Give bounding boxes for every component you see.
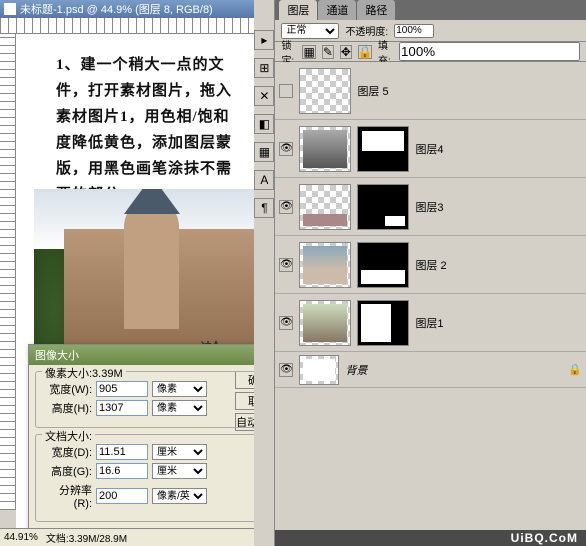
doc-icon bbox=[4, 3, 16, 15]
layer-name[interactable]: 图层 2 bbox=[415, 257, 582, 273]
watermark: UiBQ.CoM bbox=[275, 530, 586, 546]
canvas[interactable]: 1、建一个稍大一点的文件，打开素材图片，拖入素材图片1，用色相/饱和度降低黄色，… bbox=[16, 34, 254, 528]
layers-list: 图层 5 👁 图层4 👁 图层3 👁 图层 2 👁 bbox=[275, 62, 586, 530]
visibility-icon[interactable]: 👁 bbox=[279, 363, 293, 377]
layer-row[interactable]: 👁 背景 🔒 bbox=[275, 352, 586, 388]
document-title-bar: 未标题-1.psd @ 44.9% (图层 8, RGB/8) bbox=[0, 0, 254, 18]
zoom-level[interactable]: 44.91% bbox=[4, 532, 38, 543]
tab-channels[interactable]: 通道 bbox=[318, 0, 356, 20]
opacity-input[interactable] bbox=[394, 24, 434, 38]
doc-size-status: 文档:3.39M/28.9M bbox=[46, 530, 127, 545]
layer-mask[interactable] bbox=[357, 184, 409, 230]
lock-icon: 🔒 bbox=[568, 363, 582, 376]
px-width-unit[interactable]: 像素 bbox=[152, 381, 207, 397]
px-width-input[interactable] bbox=[96, 381, 148, 397]
layer-row[interactable]: 👁 图层3 bbox=[275, 178, 586, 236]
layer-row[interactable]: 👁 图层4 bbox=[275, 120, 586, 178]
tool-column: ▸ ⊞ ✕ ◧ ▦ A ¶ bbox=[254, 0, 274, 546]
tab-layers[interactable]: 图层 bbox=[279, 0, 317, 20]
paragraph-icon[interactable]: ¶ bbox=[254, 198, 274, 218]
layer-mask[interactable] bbox=[357, 126, 409, 172]
fill-input[interactable] bbox=[399, 42, 580, 61]
visibility-icon[interactable]: 👁 bbox=[279, 142, 293, 156]
resolution-unit[interactable]: 像素/英寸 bbox=[152, 488, 207, 504]
layer-thumbnail[interactable] bbox=[299, 68, 351, 114]
layer-name[interactable]: 背景 bbox=[345, 362, 562, 378]
lock-transparent-icon[interactable]: ▦ bbox=[302, 45, 315, 59]
panel-tabs: 图层 通道 路径 bbox=[275, 0, 586, 20]
doc-height-unit[interactable]: 厘米 bbox=[152, 463, 207, 479]
visibility-icon[interactable]: 👁 bbox=[279, 258, 293, 272]
layer-mask[interactable] bbox=[357, 242, 409, 288]
px-height-unit[interactable]: 像素 bbox=[152, 400, 207, 416]
history-icon[interactable]: ◧ bbox=[254, 114, 274, 134]
doc-height-label: 高度(G): bbox=[42, 463, 92, 479]
layer-name[interactable]: 图层 5 bbox=[357, 83, 582, 99]
layer-thumbnail[interactable] bbox=[299, 300, 351, 346]
arrow-tool-icon[interactable]: ▸ bbox=[254, 30, 274, 50]
layer-thumbnail[interactable] bbox=[299, 184, 351, 230]
resolution-label: 分辨率(R): bbox=[42, 482, 92, 510]
doc-width-input[interactable] bbox=[96, 444, 148, 460]
visibility-icon[interactable]: 👁 bbox=[279, 316, 293, 330]
lock-move-icon[interactable]: ✥ bbox=[340, 45, 352, 59]
doc-height-input[interactable] bbox=[96, 463, 148, 479]
lock-paint-icon[interactable]: ✎ bbox=[322, 45, 334, 59]
layer-row[interactable]: 图层 5 bbox=[275, 62, 586, 120]
layer-mask[interactable] bbox=[357, 300, 409, 346]
px-width-label: 宽度(W): bbox=[42, 381, 92, 397]
visibility-icon[interactable] bbox=[279, 84, 293, 98]
dialog-title-bar[interactable]: 图像大小 × bbox=[29, 345, 254, 365]
image-size-dialog: 图像大小 × 确定 取消 自动(A)... 像素大小:3.39M 宽度(W): bbox=[28, 344, 254, 528]
layer-name[interactable]: 图层3 bbox=[415, 199, 582, 215]
doc-title: 未标题-1.psd @ 44.9% (图层 8, RGB/8) bbox=[20, 1, 213, 17]
lock-all-icon[interactable]: 🔒 bbox=[358, 45, 372, 59]
layer-name[interactable]: 图层1 bbox=[415, 315, 582, 331]
visibility-icon[interactable]: 👁 bbox=[279, 200, 293, 214]
ruler-vertical[interactable] bbox=[0, 34, 16, 510]
doc-width-label: 宽度(D): bbox=[42, 444, 92, 460]
layer-name[interactable]: 图层4 bbox=[415, 141, 582, 157]
ruler-horizontal[interactable] bbox=[0, 18, 254, 34]
pixel-dim-legend: 像素大小:3.39M bbox=[42, 365, 126, 381]
px-height-label: 高度(H): bbox=[42, 400, 92, 416]
doc-width-unit[interactable]: 厘米 bbox=[152, 444, 207, 460]
layer-thumbnail[interactable] bbox=[299, 355, 339, 385]
px-height-input[interactable] bbox=[96, 400, 148, 416]
navigator-icon[interactable]: ⊞ bbox=[254, 58, 274, 78]
wrench-icon[interactable]: ✕ bbox=[254, 86, 274, 106]
layer-row[interactable]: 👁 图层1 bbox=[275, 294, 586, 352]
dialog-title: 图像大小 bbox=[35, 347, 79, 363]
layer-row[interactable]: 👁 图层 2 bbox=[275, 236, 586, 294]
status-bar: 44.91% 文档:3.39M/28.9M bbox=[0, 528, 254, 546]
doc-dim-legend: 文档大小: bbox=[42, 428, 95, 444]
layer-thumbnail[interactable] bbox=[299, 242, 351, 288]
type-icon[interactable]: A bbox=[254, 170, 274, 190]
swatch-icon[interactable]: ▦ bbox=[254, 142, 274, 162]
tab-paths[interactable]: 路径 bbox=[357, 0, 395, 20]
resolution-input[interactable] bbox=[96, 488, 148, 504]
layer-thumbnail[interactable] bbox=[299, 126, 351, 172]
